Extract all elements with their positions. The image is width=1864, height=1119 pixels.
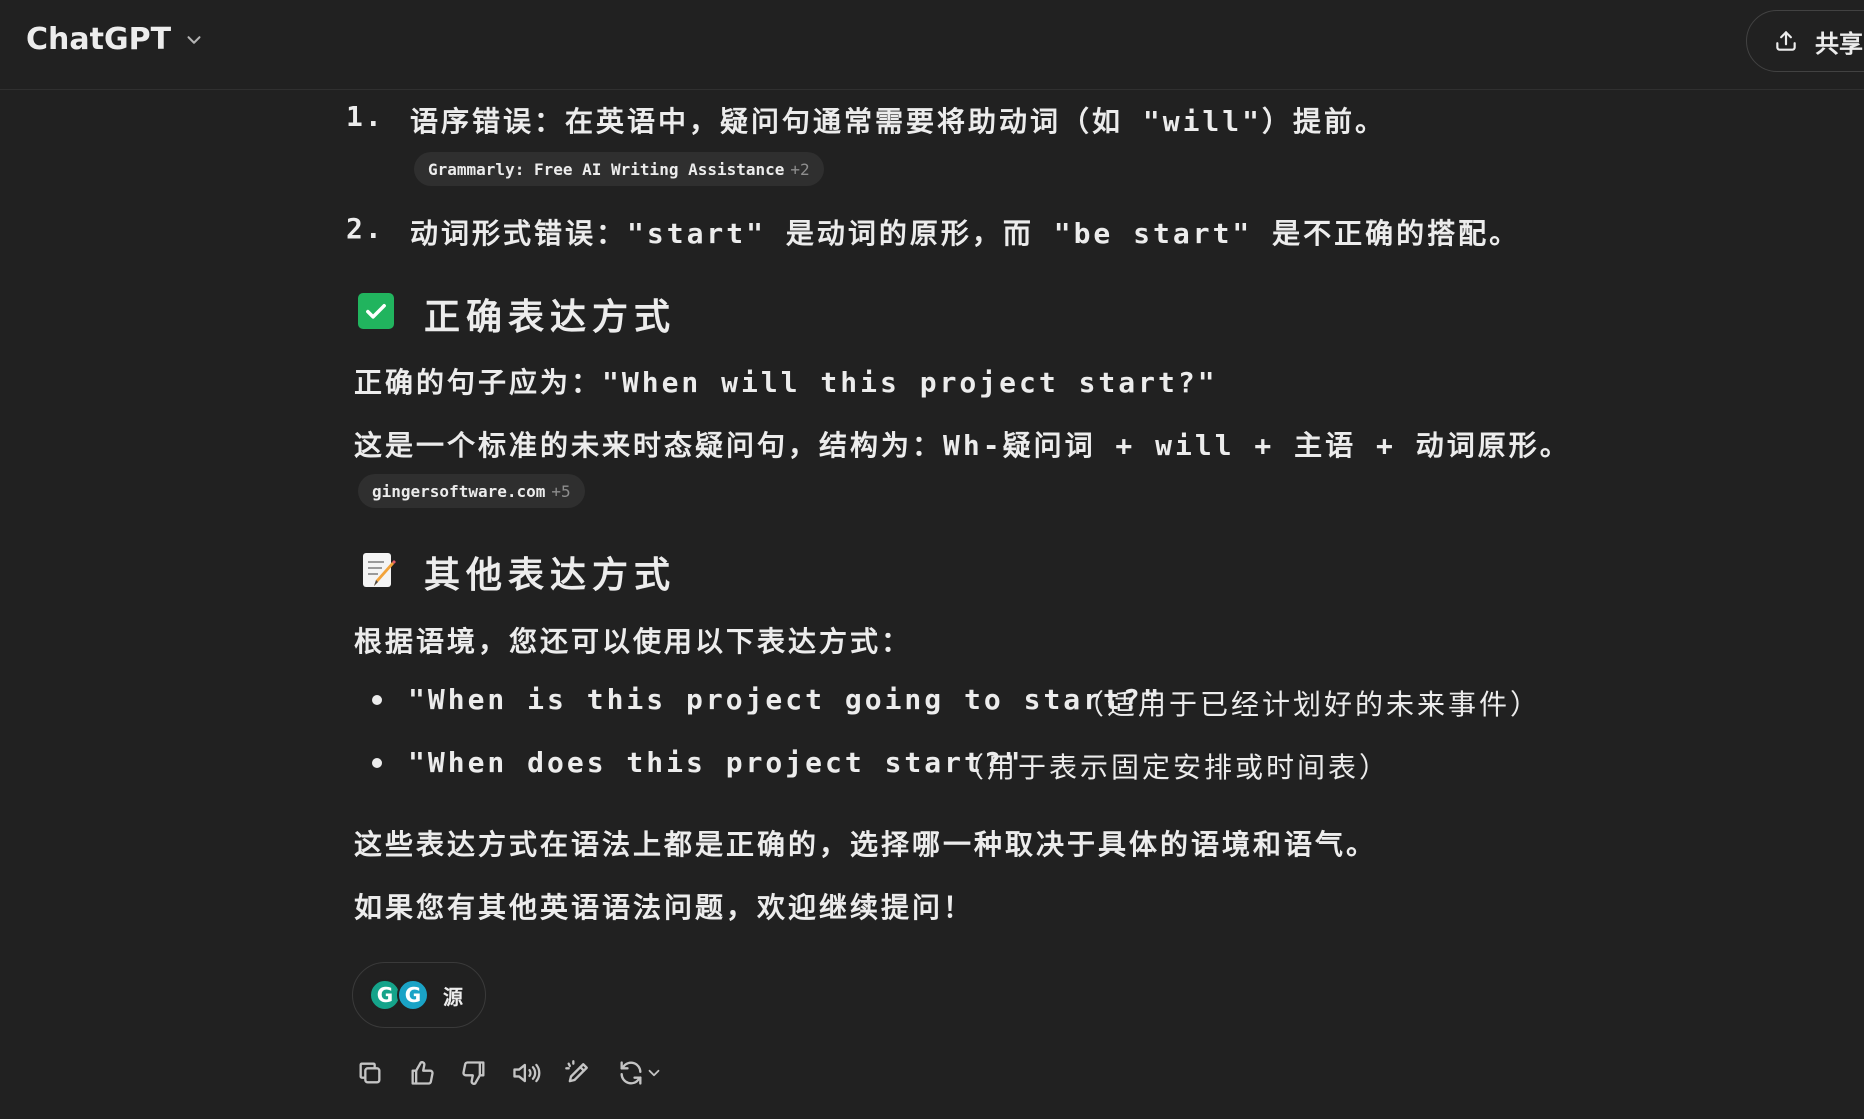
- thumbs-down-icon: [462, 1061, 485, 1085]
- list-item-quote: "When does this project start?": [408, 746, 1024, 779]
- section-heading: 正确表达方式: [424, 297, 677, 338]
- app-title: ChatGPT: [26, 22, 172, 57]
- read-aloud-icon: [513, 1063, 541, 1083]
- list-item-note: （用于表示固定安排或时间表）: [956, 751, 1391, 784]
- citation-more: +2: [790, 159, 810, 179]
- citation-chip[interactable]: Grammarly: Free AI Writing Assistance +2: [414, 152, 824, 186]
- read-aloud-button[interactable]: [508, 1055, 544, 1091]
- paragraph: 如果您有其他英语语法问题，欢迎继续提问！: [354, 891, 975, 924]
- memo-icon: [363, 553, 396, 587]
- copy-icon: [359, 1062, 381, 1084]
- list-item: 语序错误：在英语中，疑问句通常需要将助动词（如 "will"）提前。: [410, 105, 1387, 138]
- paragraph: 这是一个标准的未来时态疑问句，结构为：Wh-疑问词 + will + 主语 + …: [354, 429, 1571, 462]
- check-mark-icon: [358, 293, 394, 329]
- edit-button[interactable]: [560, 1055, 596, 1091]
- share-button[interactable]: 共享: [1746, 10, 1864, 72]
- ginger-icon: G: [397, 979, 429, 1011]
- section-heading: 其他表达方式: [424, 555, 677, 596]
- good-response-button[interactable]: [404, 1055, 440, 1091]
- sources-button[interactable]: G G 源: [352, 962, 486, 1028]
- list-number: 2.: [346, 212, 384, 245]
- list-item-quote: "When is this project going to start?": [408, 683, 1163, 716]
- share-label: 共享: [1815, 29, 1863, 58]
- list-item-note: （适用于已经计划好的未来事件）: [1076, 688, 1542, 721]
- paragraph: 根据语境，您还可以使用以下表达方式：: [354, 625, 913, 658]
- copy-button[interactable]: [352, 1055, 388, 1091]
- regenerate-button[interactable]: [612, 1055, 668, 1091]
- paragraph: 这些表达方式在语法上都是正确的，选择哪一种取决于具体的语境和语气。: [354, 828, 1378, 861]
- list-number: 1.: [346, 100, 384, 133]
- bad-response-button[interactable]: [456, 1055, 492, 1091]
- thumbs-up-icon: [411, 1061, 434, 1085]
- top-bar: ChatGPT 共享: [0, 0, 1864, 90]
- citation-chip[interactable]: gingersoftware.com +5: [358, 474, 585, 508]
- citation-label: gingersoftware.com: [372, 481, 546, 501]
- sources-label: 源: [443, 984, 463, 1009]
- chevron-down-icon: [187, 35, 201, 44]
- message-actions: [352, 1055, 684, 1091]
- citation-label: Grammarly: Free AI Writing Assistance: [428, 159, 785, 179]
- share-icon: [1776, 31, 1796, 51]
- citation-more: +5: [551, 481, 571, 501]
- edit-icon: [565, 1060, 588, 1083]
- list-item: 动词形式错误："start" 是动词的原形，而 "be start" 是不正确的…: [410, 217, 1521, 250]
- bullet-marker: [372, 695, 382, 705]
- bullet-marker: [372, 758, 382, 768]
- model-selector[interactable]: ChatGPT: [26, 22, 205, 57]
- paragraph: 正确的句子应为："When will this project start?": [354, 366, 1218, 399]
- chevron-down-icon: [648, 1069, 660, 1077]
- regenerate-icon: [620, 1061, 642, 1085]
